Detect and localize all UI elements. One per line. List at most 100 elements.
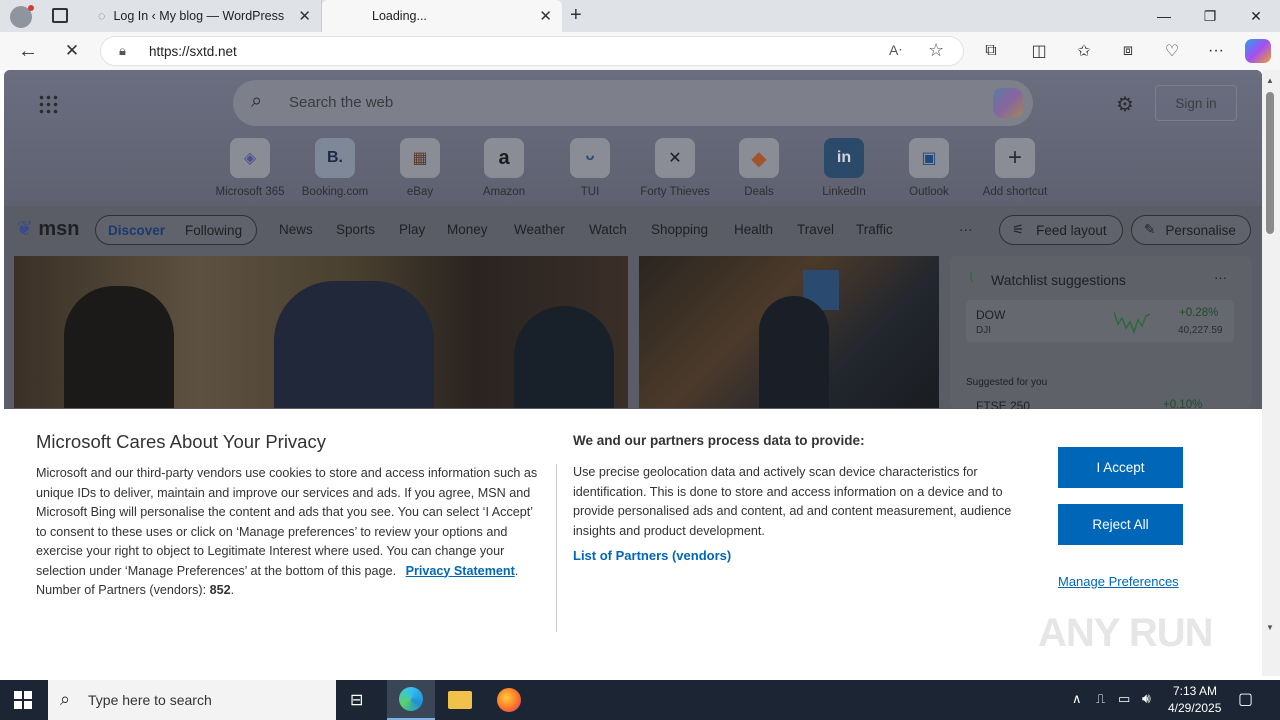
accept-button[interactable]: I Accept (1058, 447, 1183, 488)
shortcut-amazon[interactable]: a Amazon (464, 138, 544, 198)
sign-in-button[interactable]: Sign in (1155, 85, 1237, 121)
restore-button[interactable]: ❐ (1187, 0, 1233, 32)
sparkline (1114, 311, 1150, 334)
taskbar-search-placeholder: Type here to search (88, 692, 212, 708)
partners-count: 852 (209, 583, 231, 597)
tab-discover[interactable]: Discover (108, 223, 165, 238)
nav-play[interactable]: Play (399, 222, 425, 237)
tab-following[interactable]: Following (185, 223, 242, 238)
shortcut-label: LinkedIn (822, 186, 866, 198)
shortcut-add[interactable]: + Add shortcut (975, 138, 1055, 198)
extensions-icon[interactable]: ⧉ (979, 39, 1003, 63)
consent-right-body: Use precise geolocation data and activel… (573, 465, 1012, 538)
favorite-star-icon[interactable]: ☆ (928, 40, 944, 61)
firefox-icon[interactable] (497, 688, 521, 712)
nav-weather[interactable]: Weather (514, 222, 565, 237)
loading-favicon-icon: ◌ (98, 9, 106, 23)
nav-traffic[interactable]: Traffic (856, 222, 893, 237)
nav-sports[interactable]: Sports (336, 222, 375, 237)
news-card-main-image[interactable] (14, 256, 628, 408)
shortcut-ebay[interactable]: ▦ eBay (380, 138, 460, 198)
stocks-chart-icon: ⌇ (968, 270, 975, 285)
nav-health[interactable]: Health (734, 222, 773, 237)
nav-more-icon[interactable]: ··· (959, 222, 973, 237)
shortcut-linkedin[interactable]: in LinkedIn (804, 138, 884, 198)
manage-preferences-link[interactable]: Manage Preferences (1058, 574, 1179, 589)
tab-loading[interactable]: Loading... ✕ (322, 0, 562, 32)
reject-all-button[interactable]: Reject All (1058, 504, 1183, 545)
amazon-icon: a (484, 138, 524, 178)
favorites-icon[interactable]: ✩ (1072, 39, 1096, 63)
shortcut-label: eBay (406, 186, 434, 198)
settings-gear-icon[interactable]: ⚙ (1116, 92, 1134, 117)
copilot-search-icon[interactable] (993, 88, 1023, 118)
scroll-up-icon[interactable]: ▲ (1266, 76, 1274, 85)
privacy-statement-link[interactable]: Privacy Statement (406, 564, 515, 578)
start-windows-icon[interactable] (14, 691, 32, 709)
msn-nav-bar: ❦ msn Discover Following News Sports Pla… (4, 206, 1262, 254)
stop-loading-icon[interactable]: ✕ (60, 39, 84, 63)
shortcut-tui[interactable]: ᵕ TUI (550, 138, 630, 198)
shortcut-label: Microsoft 365 (215, 186, 285, 198)
network-icon[interactable]: ▭ (1118, 691, 1130, 707)
shortcut-outlook[interactable]: ▣ Outlook (889, 138, 969, 198)
new-tab-button[interactable]: + (570, 4, 582, 27)
personalise-label: Personalise (1165, 222, 1236, 238)
minimize-button[interactable]: — (1141, 0, 1187, 32)
collections-icon[interactable]: ⧈ (1116, 39, 1140, 63)
watchlist-item-dow[interactable]: DOW DJI +0.28% 40,227.59 (966, 300, 1234, 342)
browser-essentials-icon[interactable]: ♡ (1160, 39, 1184, 63)
clock-date[interactable]: 4/29/2025 (1168, 701, 1221, 715)
tab-actions-icon[interactable] (52, 8, 68, 23)
ebay-icon: ▦ (400, 138, 440, 178)
network-device-icon[interactable]: ⎍ (1096, 691, 1105, 707)
volume-icon[interactable]: 🔊︎ (1142, 690, 1151, 707)
tray-chevron-icon[interactable]: ∧ (1072, 691, 1082, 707)
read-aloud-icon[interactable]: Aᐧ (889, 42, 902, 59)
shortcut-deals[interactable]: ◆ Deals (719, 138, 799, 198)
url-text[interactable]: https://sxtd.net (149, 44, 237, 59)
scroll-thumb[interactable] (1266, 92, 1274, 234)
task-view-icon[interactable]: ⊟ (350, 690, 363, 710)
lock-icon[interactable]: 🔒︎ (119, 43, 126, 59)
tab-title: Loading... (372, 9, 427, 23)
close-tab-icon[interactable]: ✕ (298, 7, 311, 25)
web-search-box[interactable]: ⌕ Search the web (233, 80, 1033, 126)
nav-money[interactable]: Money (447, 222, 488, 237)
nav-shopping[interactable]: Shopping (651, 222, 708, 237)
edge-taskbar-icon[interactable] (387, 680, 435, 720)
msn-logo[interactable]: ❦ msn (16, 216, 79, 241)
nav-news[interactable]: News (279, 222, 313, 237)
anyrun-watermark: ANY RUN (1038, 611, 1214, 655)
shortcut-label: TUI (580, 186, 600, 198)
back-arrow-icon[interactable]: ← (16, 39, 40, 63)
windows-taskbar: ⌕ Type here to search ⊟ ∧ ⎍ ▭ 🔊︎ 7:13 AM… (0, 680, 1280, 720)
tab-wordpress-login[interactable]: ◌ Log In ‹ My blog — WordPress ✕ (84, 0, 322, 32)
news-card-secondary-image[interactable] (639, 256, 939, 408)
personalise-button[interactable]: ✎ Personalise (1131, 215, 1251, 245)
watchlist-more-icon[interactable]: ··· (1214, 270, 1227, 285)
shortcut-booking[interactable]: B. Booking.com (295, 138, 375, 198)
discover-following-toggle: Discover Following (95, 215, 257, 245)
shortcut-forty-thieves[interactable]: ✕ Forty Thieves (635, 138, 715, 198)
file-explorer-icon[interactable] (448, 691, 472, 709)
page-scrollbar[interactable]: ▲ ▼ (1262, 70, 1280, 676)
vendors-list-link[interactable]: List of Partners (vendors) (573, 548, 731, 563)
shortcut-microsoft-365[interactable]: ◈ Microsoft 365 (210, 138, 290, 198)
taskbar-search-box[interactable]: ⌕ Type here to search (48, 680, 336, 720)
close-window-button[interactable]: ✕ (1233, 0, 1279, 32)
tui-icon: ᵕ (570, 138, 610, 178)
copilot-icon[interactable] (1245, 39, 1271, 63)
address-bar[interactable]: 🔒︎ https://sxtd.net Aᐧ ☆ (100, 36, 964, 66)
nav-watch[interactable]: Watch (589, 222, 627, 237)
notifications-icon[interactable]: ▢ (1238, 689, 1253, 709)
clock-time[interactable]: 7:13 AM (1173, 684, 1217, 698)
feed-layout-button[interactable]: ⚟ Feed layout (999, 215, 1123, 245)
nav-travel[interactable]: Travel (797, 222, 834, 237)
apps-grid-icon[interactable] (38, 94, 58, 114)
split-screen-icon[interactable]: ◫ (1027, 39, 1051, 63)
close-tab-icon[interactable]: ✕ (539, 7, 552, 25)
browser-toolbar: ← ✕ 🔒︎ https://sxtd.net Aᐧ ☆ ⧉ ◫ ✩ ⧈ ♡ ·… (0, 32, 1280, 70)
scroll-down-icon[interactable]: ▼ (1266, 623, 1274, 632)
settings-more-icon[interactable]: ··· (1204, 39, 1228, 63)
